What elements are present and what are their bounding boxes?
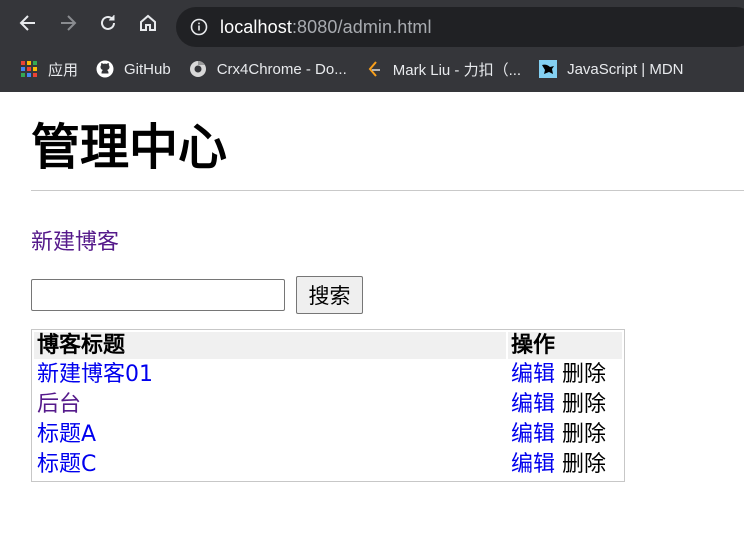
bookmark-mdn[interactable]: JavaScript | MDN [539,54,684,84]
home-icon [140,14,156,31]
apps-grid-icon [21,61,37,77]
bookmark-leetcode[interactable]: Mark Liu - 力扣（... [365,54,521,84]
reload-button[interactable] [88,3,128,43]
title-divider [31,190,744,191]
bookmark-label: 应用 [48,61,79,79]
github-icon [96,60,114,78]
edit-link[interactable]: 编辑 [511,392,555,417]
delete-button[interactable]: 删除 [562,452,606,477]
blog-table: 博客标题 操作 新建博客01 编辑 删除 后台 编辑 删除 标题A 编辑 删除 … [31,329,625,482]
search-input[interactable] [31,279,285,311]
home-button[interactable] [128,3,168,43]
browser-chrome: localhost:8080/admin.html 应用 GitHub Crx4… [0,0,744,92]
url-text: localhost:8080/admin.html [220,17,432,38]
blog-title-link[interactable]: 标题A [37,422,96,447]
blog-title-link[interactable]: 新建博客01 [37,362,153,387]
blog-title-link[interactable]: 标题C [37,452,96,477]
edit-link[interactable]: 编辑 [511,452,555,477]
bookmark-label: GitHub [124,60,171,78]
table-row: 后台 编辑 删除 [34,391,622,419]
edit-link[interactable]: 编辑 [511,362,555,387]
bookmark-label: JavaScript | MDN [567,60,684,78]
delete-button[interactable]: 删除 [562,392,606,417]
header-blog-title: 博客标题 [34,332,506,359]
leetcode-icon [368,61,380,77]
search-button[interactable]: 搜索 [296,276,363,314]
forward-arrow-icon [61,15,77,31]
table-row: 标题A 编辑 删除 [34,421,622,449]
new-blog-link[interactable]: 新建博客 [31,224,119,256]
page-content: 管理中心 新建博客 搜索 博客标题 操作 新建博客01 编辑 删除 后台 编辑 … [0,92,744,548]
url-host: localhost [220,16,292,37]
blog-title-link[interactable]: 后台 [37,392,81,417]
bookmark-label: Crx4Chrome - Do... [216,60,347,78]
table-row: 标题C 编辑 删除 [34,451,622,479]
table-header-row: 博客标题 操作 [34,332,622,359]
bookmark-apps[interactable]: 应用 [20,54,78,84]
delete-button[interactable]: 删除 [562,422,606,447]
reload-icon [101,15,115,30]
crx4chrome-icon [189,60,206,77]
mdn-icon [539,60,558,78]
bookmark-github[interactable]: GitHub [96,54,171,84]
bookmark-crx4chrome[interactable]: Crx4Chrome - Do... [189,54,347,84]
forward-button[interactable] [48,3,88,43]
delete-button[interactable]: 删除 [562,362,606,387]
table-row: 新建博客01 编辑 删除 [34,361,622,389]
back-arrow-icon [19,15,35,31]
bookmark-label: Mark Liu - 力扣（... [392,61,522,79]
url-path: :8080/admin.html [291,16,432,37]
edit-link[interactable]: 编辑 [511,422,555,447]
back-button[interactable] [8,3,48,43]
bookmarks-bar: 应用 GitHub Crx4Chrome - Do... Mark Liu - … [0,46,744,92]
page-title: 管理中心 [31,119,228,176]
header-actions: 操作 [508,332,622,359]
address-bar[interactable]: localhost:8080/admin.html [176,7,744,47]
info-icon[interactable] [190,18,208,36]
